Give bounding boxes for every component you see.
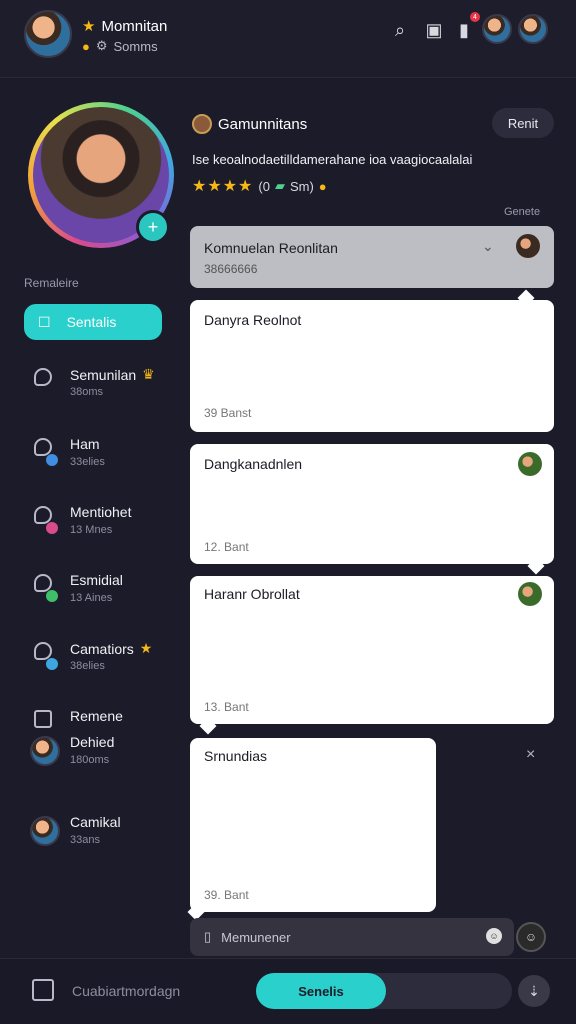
sidebar-item[interactable]: Semunilan ♛ 38oms	[30, 364, 180, 414]
profile-sub-label: Somms	[113, 38, 158, 54]
corner-label: Genete	[504, 206, 541, 218]
sidebar-item-title: Ham	[70, 436, 100, 452]
message-time: 39. Bant	[204, 888, 249, 902]
chat-bubble-icon	[34, 368, 52, 386]
sidebar-item-title: Mentiohet	[70, 504, 132, 520]
person-name: Camikal	[70, 814, 121, 830]
pinned-message[interactable]: Komnuelan Reonlitan 38666666 ⌄	[190, 226, 554, 288]
attach-icon[interactable]: ▯	[204, 929, 211, 945]
sidebar-section-label: Remaleire	[24, 276, 79, 290]
message-card[interactable]: Srnundias 39. Bant	[190, 738, 436, 912]
sidebar-item-active[interactable]: ☐ Sentalis	[24, 304, 162, 340]
profile-sub-row: ● ⚙ Somms	[82, 38, 158, 54]
sidebar-item-sub: 13 Mnes	[70, 524, 113, 536]
sidebar-active-label: Sentalis	[66, 314, 117, 330]
sidebar-item-sub: 38elies	[70, 660, 105, 672]
star-icon: ★	[82, 18, 96, 35]
rating-stars: ★★★★	[192, 178, 254, 195]
compose-placeholder: Memunener	[221, 929, 291, 945]
sidebar-item[interactable]: Mentiohet 13 Mnes	[30, 502, 180, 552]
chat-icon: ☐	[38, 313, 51, 330]
sidebar-item-sub: 13 Aines	[70, 592, 113, 604]
sidebar-item-sub: 38oms	[70, 386, 104, 398]
rating-text: (0	[258, 178, 270, 194]
message-time: 12. Bant	[204, 540, 249, 554]
emoji-icon: ●	[318, 178, 327, 194]
sidebar: + Remaleire ☐ Sentalis Semunilan ♛ 38oms …	[0, 78, 180, 958]
info-icon[interactable]: ⇣	[518, 975, 550, 1007]
trophy-icon: ♛	[142, 366, 155, 382]
person-avatar[interactable]	[30, 736, 60, 766]
message-avatar	[518, 582, 542, 606]
home-icon[interactable]	[32, 979, 54, 1001]
message-title: Dangkanadnlen	[204, 456, 303, 472]
send-avatar-icon[interactable]: ☺	[516, 922, 546, 952]
sidebar-item-title: Esmidial	[70, 572, 123, 588]
notification-icon[interactable]: ▮ 4	[450, 12, 480, 44]
money-icon: ▰	[274, 178, 285, 193]
status-dot	[46, 522, 58, 534]
profile-avatar[interactable]	[24, 10, 72, 58]
pinned-title: Komnuelan Reonlitan	[204, 240, 338, 256]
notification-badge: 4	[470, 12, 480, 22]
message-title: Haranr Obrollat	[204, 586, 300, 602]
friend-avatar-2[interactable]	[518, 14, 548, 44]
friend-avatar-1[interactable]	[482, 14, 512, 44]
person-avatar[interactable]	[30, 816, 60, 846]
calendar-icon	[34, 710, 52, 728]
sidebar-item[interactable]: Camatiors ★ 38elies	[30, 638, 180, 688]
message-title: Danyra Reolnot	[204, 312, 302, 328]
sidebar-item-title: Remene	[70, 708, 123, 724]
sidebar-item-sub: 33elies	[70, 456, 105, 468]
profile-name: Momnitan	[101, 17, 168, 35]
status-dot	[46, 590, 58, 602]
message-card[interactable]: Haranr Obrollat 13. Bant	[190, 576, 554, 724]
coin-icon: ●	[82, 38, 90, 54]
message-title: Srnundias	[204, 748, 268, 764]
sidebar-item-title: Semunilan	[70, 366, 137, 383]
settings-small-icon: ⚙	[95, 38, 108, 53]
pinned-avatar	[516, 234, 540, 258]
message-card[interactable]: Danyra Reolnot 39 Banst	[190, 300, 554, 432]
status-dot	[46, 454, 58, 466]
person-sub: 180oms	[70, 754, 110, 766]
chat-logo-icon	[192, 114, 212, 134]
bottom-bar: Cuabiartmordagn Senelis ⇣	[0, 958, 576, 1024]
rating-extra: Sm)	[289, 178, 314, 194]
rating-row: ★★★★ (0 ▰ Sm) ●	[192, 176, 327, 196]
profile-name-row: ★ Momnitan	[82, 17, 168, 36]
pinned-sub: 38666666	[204, 262, 258, 276]
sidebar-item[interactable]: Ham 33elies	[30, 434, 180, 484]
person-name: Dehied	[70, 734, 115, 750]
status-dot	[46, 658, 58, 670]
message-time: 39 Banst	[204, 406, 252, 420]
message-time: 13. Bant	[204, 700, 249, 714]
chat-description: Ise keoalnodaetilldamerahane ioa vaagioc…	[192, 152, 473, 167]
header-button[interactable]: Renit	[492, 108, 554, 138]
message-card[interactable]: Dangkanadnlen 12. Bant	[190, 444, 554, 564]
chat-title: Gamunnitans	[218, 116, 308, 133]
compose-input[interactable]: ▯ Memunener ☺	[190, 918, 514, 956]
mode-switch-button[interactable]: Senelis	[256, 973, 386, 1009]
add-friend-icon[interactable]: +	[136, 210, 170, 244]
search-icon[interactable]: ⌕	[386, 16, 414, 44]
star-icon: ★	[139, 640, 153, 656]
top-bar: ★ Momnitan ● ⚙ Somms ⌕ ▣ ▮ 4	[0, 0, 576, 78]
sidebar-item[interactable]: Esmidial 13 Aines	[30, 570, 180, 620]
gift-icon[interactable]: ▣	[420, 16, 448, 44]
bottom-text: Cuabiartmordagn	[72, 983, 181, 999]
message-avatar	[518, 452, 542, 476]
sidebar-item-title: Camatiors	[70, 640, 134, 657]
chat-panel: Gamunnitans Renit Ise keoalnodaetilldame…	[180, 78, 576, 958]
person-sub: 33ans	[70, 834, 100, 846]
chevron-down-icon[interactable]: ⌄	[482, 238, 494, 255]
emoji-picker-icon[interactable]: ☺	[486, 928, 502, 944]
close-icon[interactable]: ×	[526, 746, 535, 764]
